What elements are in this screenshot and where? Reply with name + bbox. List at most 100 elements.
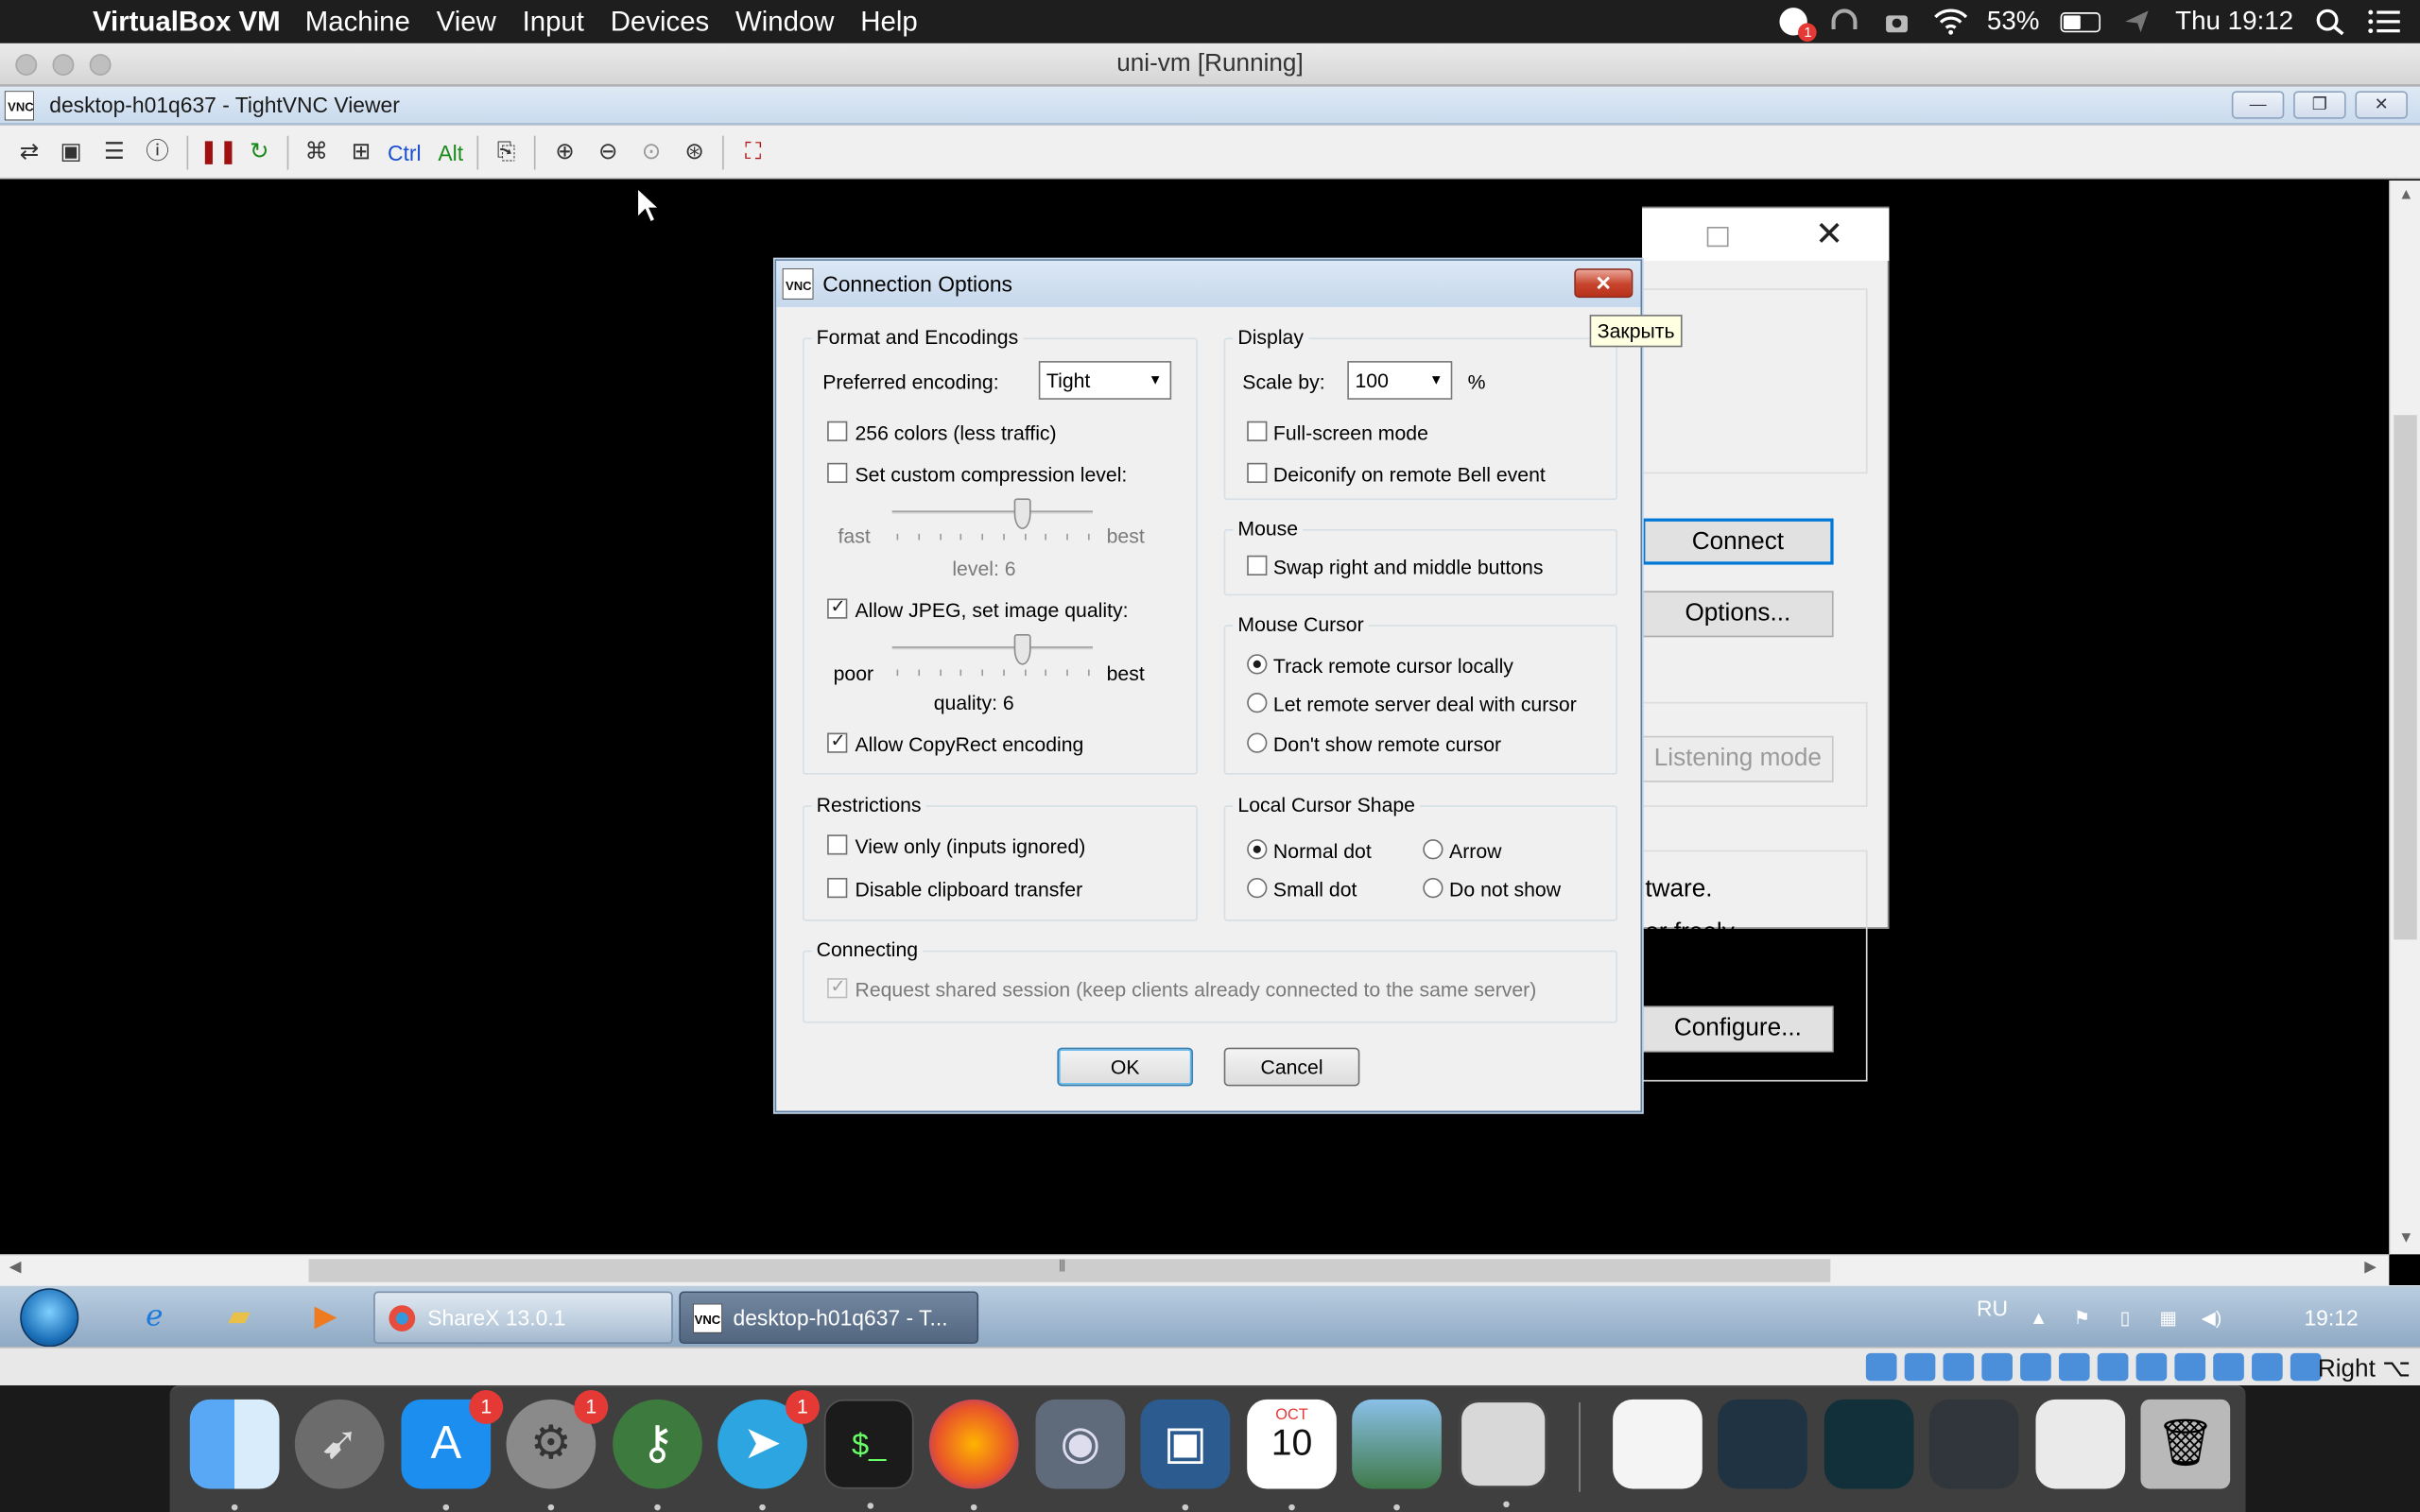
virtualization-icon[interactable] xyxy=(2213,1352,2244,1382)
close-icon[interactable]: ✕ xyxy=(1815,215,1843,254)
track-cursor-radio[interactable] xyxy=(1247,654,1268,675)
volume-icon[interactable]: ◀) xyxy=(2199,1305,2223,1330)
dialog-close-button[interactable]: ✕ xyxy=(1574,268,1634,299)
headphones-icon[interactable] xyxy=(1829,8,1860,35)
minimized-window-3-icon[interactable] xyxy=(1928,1399,2019,1489)
terminal-icon[interactable]: $_ xyxy=(823,1399,914,1509)
recording-icon[interactable] xyxy=(2135,1352,2168,1382)
connection-info-icon[interactable]: ⓘ xyxy=(141,136,175,170)
explorer-folder-icon[interactable]: ▰ xyxy=(216,1296,263,1339)
shared-folders-icon[interactable] xyxy=(2058,1352,2090,1382)
tightvnc-titlebar[interactable]: VNC desktop-h01q637 - TightVNC Viewer — … xyxy=(0,86,2420,126)
connect-button[interactable]: Connect xyxy=(1642,518,1834,565)
power-icon[interactable]: ▯ xyxy=(2113,1305,2137,1330)
telegram-icon[interactable]: ➤ 1 xyxy=(717,1390,820,1511)
menubar-app-name[interactable]: VirtualBox VM xyxy=(93,6,281,38)
connection-options-icon[interactable]: ☰ xyxy=(97,136,131,170)
do-not-show-label[interactable]: Do not show xyxy=(1449,878,1561,901)
battery-icon[interactable] xyxy=(2061,11,2101,32)
copyrect-checkbox[interactable] xyxy=(827,730,848,753)
custom-compression-label[interactable]: Set custom compression level: xyxy=(855,463,1127,486)
zoom-window-icon[interactable] xyxy=(89,54,112,76)
no-cursor-radio[interactable] xyxy=(1247,732,1268,753)
menu-window[interactable]: Window xyxy=(735,6,835,38)
zoom-auto-icon[interactable]: ⊛ xyxy=(678,136,712,170)
colors-256-checkbox[interactable] xyxy=(827,421,848,441)
display-icon[interactable] xyxy=(2097,1352,2129,1382)
mouse-integration-icon[interactable] xyxy=(2252,1352,2283,1382)
new-connection-icon[interactable]: ⇄ xyxy=(12,136,46,170)
maximize-icon[interactable] xyxy=(1706,226,1729,248)
swap-buttons-label[interactable]: Swap right and middle buttons xyxy=(1273,556,1544,578)
zoom-out-icon[interactable]: ⊖ xyxy=(591,136,625,170)
ctrl-alt-del-icon[interactable]: ⌘ xyxy=(300,136,334,170)
trash-icon[interactable]: 🗑 xyxy=(2140,1399,2231,1489)
notification-center-icon[interactable] xyxy=(2367,8,2400,35)
app-store-icon[interactable]: A1 xyxy=(401,1390,504,1511)
recent-document-icon[interactable] xyxy=(1613,1399,1703,1489)
copyrect-label[interactable]: Allow CopyRect encoding xyxy=(855,733,1083,756)
menubar-clock[interactable]: Thu 19:12 xyxy=(2175,7,2293,38)
language-indicator[interactable]: RU xyxy=(1977,1296,2008,1320)
colors-256-label[interactable]: 256 colors (less traffic) xyxy=(855,421,1056,444)
audio-icon[interactable] xyxy=(1943,1352,1975,1382)
refresh-icon[interactable]: ↻ xyxy=(242,136,276,170)
fullscreen-checkbox[interactable] xyxy=(1247,421,1268,441)
taskbar-sharex[interactable]: ShareX 13.0.1 xyxy=(373,1291,673,1345)
fullscreen-label[interactable]: Full-screen mode xyxy=(1273,421,1428,444)
image-capture-icon[interactable]: ◉ xyxy=(1035,1399,1126,1489)
ok-button[interactable]: OK xyxy=(1057,1047,1194,1087)
normal-dot-radio[interactable] xyxy=(1247,839,1268,860)
menu-input[interactable]: Input xyxy=(523,6,584,38)
pause-icon[interactable]: ❚❚ xyxy=(199,136,238,170)
vertical-scrollbar[interactable]: ▲ ▼ xyxy=(2389,180,2420,1255)
launchpad-icon[interactable]: ➹ xyxy=(294,1399,385,1489)
small-dot-label[interactable]: Small dot xyxy=(1273,878,1357,901)
finder-icon[interactable] xyxy=(189,1399,280,1511)
cancel-button[interactable]: Cancel xyxy=(1223,1047,1360,1087)
virtualbox-icon[interactable]: ▣ xyxy=(1140,1399,1231,1511)
server-cursor-radio[interactable] xyxy=(1247,693,1268,713)
keyboard-capture-icon[interactable] xyxy=(2290,1352,2322,1382)
minimized-window-2-icon[interactable] xyxy=(1824,1399,1914,1489)
configure-button[interactable]: Configure... xyxy=(1642,1005,1834,1053)
preferred-encoding-select[interactable]: Tight ▼ xyxy=(1038,361,1172,400)
optical-drive-icon[interactable] xyxy=(1904,1352,1936,1382)
disable-clipboard-checkbox[interactable] xyxy=(827,877,848,899)
screenshot-app-icon[interactable] xyxy=(1458,1399,1548,1508)
taskbar-tightvnc[interactable]: VNC desktop-h01q637 - T... xyxy=(679,1291,979,1345)
ctrl-key-button[interactable]: Ctrl xyxy=(385,136,424,170)
keychain-icon[interactable]: ⚷ xyxy=(613,1399,702,1511)
menu-help[interactable]: Help xyxy=(860,6,917,38)
allow-jpeg-checkbox[interactable] xyxy=(827,595,848,619)
menu-view[interactable]: View xyxy=(437,6,496,38)
alt-key-button[interactable]: Alt xyxy=(431,136,471,170)
do-not-show-radio[interactable] xyxy=(1423,877,1443,899)
zoom-100-icon[interactable]: ⊙ xyxy=(634,136,668,170)
notification-app-icon[interactable] xyxy=(1780,8,1818,43)
horizontal-scroll-thumb[interactable] xyxy=(308,1259,1831,1282)
deiconify-checkbox[interactable] xyxy=(1247,462,1268,484)
allow-jpeg-label[interactable]: Allow JPEG, set image quality: xyxy=(855,598,1128,621)
menu-machine[interactable]: Machine xyxy=(305,6,410,38)
minimize-window-icon[interactable] xyxy=(52,54,75,76)
disable-clipboard-label[interactable]: Disable clipboard transfer xyxy=(855,878,1082,901)
scroll-left-icon[interactable]: ◀ xyxy=(9,1259,22,1276)
menu-devices[interactable]: Devices xyxy=(611,6,710,38)
options-button[interactable]: Options... xyxy=(1642,591,1834,638)
dialog-titlebar[interactable]: VNC Connection Options ✕ xyxy=(776,260,1641,307)
track-cursor-label[interactable]: Track remote cursor locally xyxy=(1273,654,1513,677)
minimized-window-4-icon[interactable] xyxy=(2035,1399,2126,1489)
virtualbox-window-titlebar[interactable]: uni-vm [Running] xyxy=(0,43,2420,87)
hdd-icon[interactable] xyxy=(1865,1352,1897,1382)
restore-button[interactable]: ❐ xyxy=(2293,91,2346,119)
network-adapter-icon[interactable] xyxy=(1981,1352,2013,1382)
system-preferences-icon[interactable]: ⚙ 1 xyxy=(506,1390,609,1511)
minimized-window-1-icon[interactable] xyxy=(1718,1399,1807,1489)
arrow-label[interactable]: Arrow xyxy=(1449,839,1501,862)
deiconify-label[interactable]: Deiconify on remote Bell event xyxy=(1273,463,1546,486)
arrow-radio[interactable] xyxy=(1423,839,1443,860)
network-icon[interactable]: ▦ xyxy=(2156,1305,2181,1330)
clipboard-icon[interactable]: ⎘ xyxy=(490,136,524,170)
scroll-up-icon[interactable]: ▲ xyxy=(2391,187,2420,204)
